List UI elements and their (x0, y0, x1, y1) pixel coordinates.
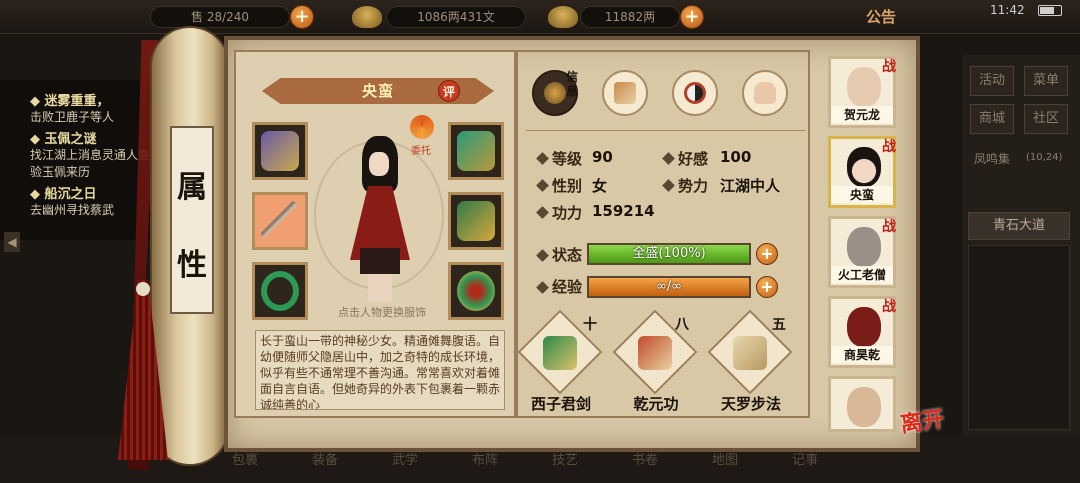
stamina-pill: 售 28/240 (150, 6, 290, 28)
status-label: 状态 (552, 246, 583, 264)
scroll-icon (733, 336, 767, 370)
channel-count: (10,24) (1026, 152, 1063, 163)
skill-name: 天罗步法 (720, 395, 781, 413)
hat-icon (544, 82, 566, 104)
ring-icon (261, 271, 299, 311)
scroll-title-char: 属 (177, 170, 207, 205)
equip-slot-armor[interactable] (448, 192, 504, 250)
equip-slot-mask[interactable] (448, 122, 504, 180)
change-outfit-tip: 点击人物更换服饰 (338, 306, 426, 319)
skill-name: 西子君剑 (530, 395, 591, 413)
companion-name: 贺元龙 (831, 106, 893, 123)
tab-meridian[interactable] (742, 70, 788, 116)
menu-community-button[interactable]: 社区 (1024, 104, 1068, 134)
gender-label: 性别 (552, 177, 583, 195)
money-value: 1086两431文 (386, 6, 526, 28)
scroll-icon (638, 336, 672, 370)
equip-slot-head[interactable] (252, 122, 308, 180)
level-value: 90 (592, 148, 613, 166)
menu-activity-button[interactable]: 活动 (970, 66, 1014, 96)
bagua-icon (684, 82, 706, 104)
headgear-icon (261, 131, 299, 171)
battery-icon (1038, 5, 1062, 16)
sword-icon (261, 201, 299, 241)
power-value: 159214 (592, 202, 655, 220)
sword-manual-icon (543, 336, 577, 370)
skirt-shape (360, 248, 400, 274)
battle-badge: 战 (882, 59, 896, 75)
armor-icon (457, 201, 495, 241)
skill-level: 十 (583, 317, 597, 333)
exp-plus-button[interactable]: + (756, 276, 778, 298)
skill-name: 乾元功 (633, 395, 679, 413)
mask-icon (457, 131, 495, 171)
exp-bar: ∞/∞ (587, 276, 751, 298)
status-plus-button[interactable]: + (756, 243, 778, 265)
divider (526, 130, 806, 131)
avatar (847, 227, 881, 267)
companion-name: 央蛮 (831, 186, 893, 203)
character-bio: 长于蛮山一带的神秘少女。精通傩舞腹语。自幼便随师父隐居山中，加之奇特的成长环境，… (255, 330, 505, 410)
leave-button[interactable]: 离开 (898, 401, 946, 439)
companion-name: 火工老僧 (831, 266, 893, 283)
collapse-arrow-icon[interactable]: ◀ (4, 232, 20, 252)
money-icon (352, 6, 382, 28)
menu-shop-button[interactable]: 商城 (970, 104, 1014, 134)
minimap-area (968, 245, 1070, 430)
tab-info-label: 信息 (566, 70, 579, 98)
character-avatar[interactable] (342, 130, 416, 305)
equip-slot-weapon[interactable] (252, 192, 308, 250)
favor-value: 100 (720, 148, 752, 166)
skill-level: 五 (772, 317, 786, 333)
location-button[interactable]: 青石大道 (968, 212, 1070, 240)
faction-label: 势力 (678, 177, 709, 195)
level-label: 等级 (552, 150, 583, 168)
bead-decoration (136, 282, 150, 296)
channel-name[interactable]: 凤鸣集 (974, 150, 1010, 167)
battle-badge: 战 (882, 219, 896, 235)
power-label: 功力 (552, 204, 583, 222)
status-bar-text: 全盛(100%) (632, 246, 706, 261)
avatar (847, 307, 881, 347)
status-bar: 全盛(100%) (587, 243, 751, 265)
gender-value: 女 (592, 177, 608, 195)
add-ingot-button[interactable]: + (680, 5, 704, 29)
equip-slot-accessory[interactable] (448, 262, 504, 320)
scroll-icon (614, 82, 636, 104)
avatar (847, 147, 881, 187)
face-shape (369, 152, 389, 176)
scroll-title-char: 性 (177, 248, 207, 283)
menu-main-button[interactable]: 菜单 (1024, 66, 1068, 96)
ingot-value: 11882两 (580, 6, 680, 28)
top-resource-bar: 售 28/240 + 1086两431文 11882两 + 公告 11:42 (0, 0, 1080, 34)
body-icon (754, 82, 776, 104)
ingot-icon (548, 6, 578, 28)
companion-name: 商昊乾 (831, 346, 893, 363)
battle-badge: 战 (882, 299, 896, 315)
exp-bar-text: ∞/∞ (655, 279, 683, 294)
avatar (847, 67, 881, 107)
pendant-icon (457, 271, 495, 311)
companion-card[interactable] (828, 376, 896, 432)
stamina-value: 28/240 (206, 10, 250, 24)
scroll-title: 属 性 (170, 126, 214, 314)
faction-value: 江湖中人 (720, 177, 781, 195)
battle-badge: 战 (882, 139, 896, 155)
equip-slot-ring[interactable] (252, 262, 308, 320)
rate-button[interactable]: 评 (438, 80, 460, 102)
tab-skills[interactable] (602, 70, 648, 116)
tab-bagua[interactable] (672, 70, 718, 116)
location-label: 青石大道 (992, 218, 1045, 233)
exp-label: 经验 (552, 278, 583, 296)
legs-shape (368, 274, 392, 302)
favor-label: 好感 (678, 150, 709, 168)
status-time: 11:42 (990, 3, 1025, 17)
announcement-button[interactable]: 公告 (866, 6, 896, 27)
add-stamina-button[interactable]: + (290, 5, 314, 29)
stamina-prefix: 售 (190, 10, 203, 24)
avatar (847, 387, 881, 427)
